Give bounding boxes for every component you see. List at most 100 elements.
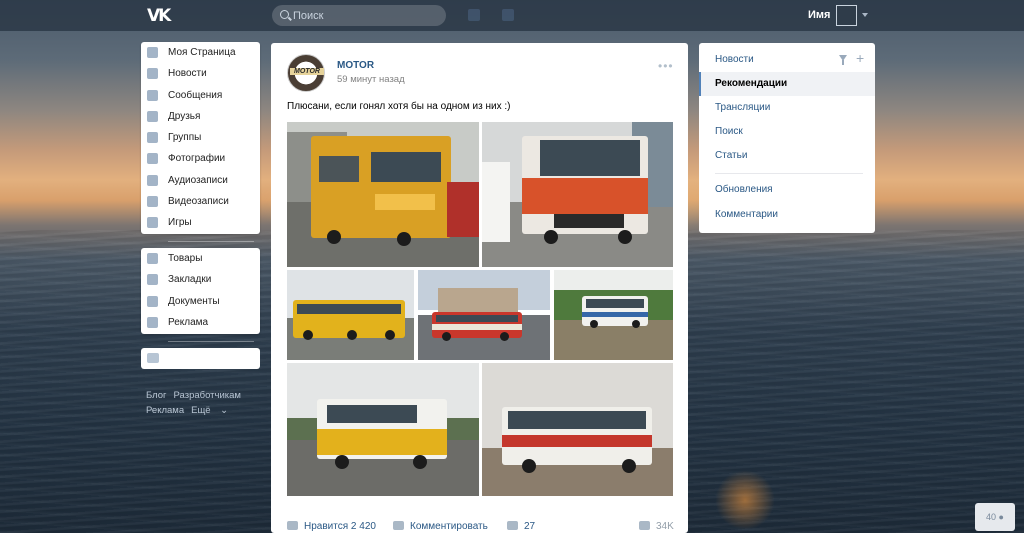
sidebar-item[interactable]: Закладки <box>141 269 260 290</box>
user-icon: ● <box>998 512 1004 522</box>
community-avatar[interactable]: MOTOR <box>287 54 325 92</box>
views-count: 34K <box>656 521 674 532</box>
right-menu-item-comments[interactable]: Комментарии <box>715 209 778 220</box>
sidebar-item-label: Моя Страница <box>168 47 236 58</box>
post-text: Плюсани, если гонял хотя бы на одном из … <box>287 101 511 112</box>
music-player-icon[interactable] <box>502 9 514 21</box>
post-author[interactable]: MOTOR <box>337 60 374 71</box>
background-light <box>715 470 775 530</box>
vk-logo-icon[interactable]: VK <box>147 6 171 26</box>
views-counter: 34K <box>639 521 674 532</box>
search-input[interactable] <box>293 8 441 23</box>
right-menu-item-articles[interactable]: Статьи <box>715 150 747 161</box>
sidebar-item[interactable]: Аудиозаписи <box>141 170 260 191</box>
sidebar-item[interactable]: Новости <box>141 63 260 84</box>
feed-post: MOTOR MOTOR 59 минут назад ••• Плюсани, … <box>271 43 688 533</box>
sidebar-item[interactable]: Группы <box>141 127 260 148</box>
menu-divider <box>168 241 254 242</box>
people-icon <box>147 353 159 363</box>
sidebar-item-label: Товары <box>168 253 203 264</box>
sidebar-item-label: Аудиозаписи <box>168 174 228 186</box>
gamepad-icon <box>147 217 158 229</box>
right-menu-item-recommendations[interactable]: Рекомендации <box>715 78 787 89</box>
right-menu-item-broadcasts[interactable]: Трансляции <box>715 102 770 113</box>
sidebar-item-label: Игры <box>168 217 192 229</box>
footer-link-blog[interactable]: Блог <box>146 390 167 401</box>
groups-icon <box>147 132 158 144</box>
news-icon <box>147 68 158 80</box>
bag-icon <box>147 253 158 264</box>
avatar-logo-text: MOTOR <box>290 68 324 75</box>
sidebar-item[interactable]: Реклама <box>141 312 260 333</box>
left-main-menu: Моя Страница Новости Сообщения Друзья Группы… <box>141 42 260 234</box>
more-options-icon[interactable]: ••• <box>658 59 674 73</box>
plus-icon[interactable]: + <box>856 51 864 65</box>
document-icon <box>147 295 158 307</box>
post-photo[interactable] <box>482 363 673 496</box>
sidebar-item[interactable]: Моя Страница <box>141 42 260 63</box>
right-menu-item-search[interactable]: Поиск <box>715 126 743 137</box>
sidebar-item[interactable]: Видеозаписи <box>141 191 260 212</box>
post-photo[interactable] <box>287 270 414 360</box>
friend-icon <box>147 110 158 122</box>
sidebar-item[interactable]: Игры <box>141 212 260 233</box>
heart-icon <box>287 521 298 530</box>
sidebar-item-label: Видеозаписи <box>168 196 229 208</box>
chevron-down-icon[interactable] <box>862 13 868 17</box>
post-photo[interactable] <box>418 270 550 360</box>
sidebar-item[interactable]: Фотографии <box>141 148 260 169</box>
right-menu-item-updates[interactable]: Обновления <box>715 184 773 195</box>
post-photo[interactable] <box>287 122 479 267</box>
sidebar-item[interactable]: Друзья <box>141 106 260 127</box>
online-friends-badge[interactable]: 40 ● <box>975 503 1015 531</box>
star-icon <box>147 274 158 286</box>
community-widget[interactable] <box>141 348 260 369</box>
right-menu-item-news[interactable]: Новости <box>715 54 754 65</box>
megaphone-icon <box>507 521 518 530</box>
search-icon <box>280 10 289 19</box>
footer-link-developers[interactable]: Разработчикам <box>174 390 241 401</box>
sidebar-item-label: Реклама <box>168 316 209 328</box>
comment-button[interactable]: Комментировать <box>393 521 488 532</box>
megaphone-icon <box>147 316 158 328</box>
post-photo[interactable] <box>482 122 673 267</box>
sidebar-item[interactable]: Документы <box>141 291 260 312</box>
footer-link-ads[interactable]: Реклама <box>146 405 184 416</box>
top-bar: VK Имя <box>0 0 1024 31</box>
user-name[interactable]: Имя <box>808 9 830 21</box>
sidebar-item-label: Группы <box>168 132 202 144</box>
avatar[interactable] <box>836 5 857 26</box>
sidebar-item-label: Закладки <box>168 274 212 286</box>
share-count: 27 <box>524 521 536 532</box>
like-button[interactable]: Нравится 2 420 <box>287 521 376 532</box>
film-icon <box>147 196 158 208</box>
post-photo[interactable] <box>287 363 479 496</box>
share-button[interactable]: 27 <box>507 521 535 532</box>
online-count: 40 <box>986 512 997 522</box>
home-icon <box>147 47 158 58</box>
sidebar-item-label: Новости <box>168 68 207 80</box>
menu-divider <box>168 341 254 342</box>
sidebar-item-label: Документы <box>168 295 220 307</box>
messages-icon <box>147 89 158 101</box>
left-secondary-menu: Товары Закладки Документы Реклама <box>141 248 260 334</box>
camera-icon <box>147 153 158 165</box>
like-count: 2 420 <box>350 521 376 532</box>
search-box[interactable] <box>272 5 446 26</box>
sidebar-item[interactable]: Сообщения <box>141 85 260 106</box>
post-time[interactable]: 59 минут назад <box>337 74 405 85</box>
notifications-icon[interactable] <box>468 9 480 21</box>
music-note-icon <box>147 174 158 186</box>
post-actions: Нравится 2 420 Комментировать 27 34K <box>287 521 677 533</box>
sidebar-item[interactable]: Товары <box>141 248 260 269</box>
sidebar-item-label: Сообщения <box>168 89 223 101</box>
sidebar-item-label: Друзья <box>168 110 201 122</box>
footer-link-more[interactable]: Ещё ⌄ <box>191 405 228 416</box>
filter-icon[interactable] <box>839 55 847 65</box>
right-filter-menu: Новости + Рекомендации Трансляции Поиск … <box>699 43 875 233</box>
eye-icon <box>639 521 650 530</box>
post-photo[interactable] <box>554 270 673 360</box>
footer-links: Блог Разработчикам Реклама Ещё ⌄ <box>146 389 261 418</box>
sidebar-item-label: Фотографии <box>168 153 226 165</box>
comment-icon <box>393 521 404 530</box>
